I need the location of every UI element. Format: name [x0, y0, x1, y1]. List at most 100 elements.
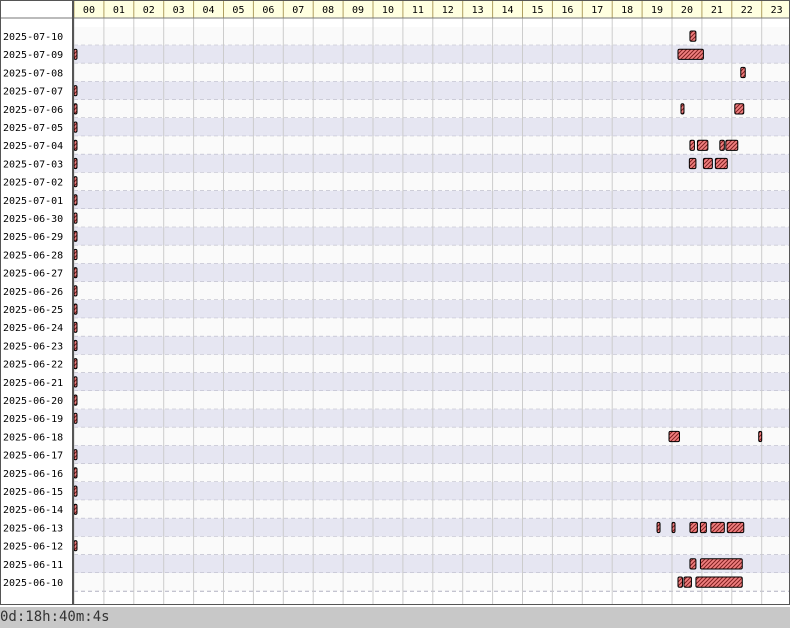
activity-bar — [73, 503, 78, 515]
date-label: 2025-06-16 — [3, 469, 63, 480]
row-band — [74, 318, 790, 337]
activity-bar — [710, 521, 725, 534]
hour-tick-label: 19 — [651, 5, 663, 16]
date-label: 2025-07-02 — [3, 178, 63, 189]
hour-tick-label: 11 — [412, 5, 424, 16]
activity-bar — [677, 576, 683, 588]
activity-bar — [73, 212, 78, 224]
hour-tick-label: 08 — [322, 5, 334, 16]
date-label: 2025-06-17 — [3, 451, 63, 462]
date-label: 2025-07-04 — [3, 141, 63, 152]
row-band — [74, 300, 790, 319]
hour-tick-label: 04 — [203, 5, 215, 16]
activity-bar — [73, 285, 78, 297]
date-label: 2025-06-15 — [3, 487, 63, 498]
activity-bar — [73, 194, 78, 206]
hour-tick-label: 15 — [531, 5, 543, 16]
row-band — [74, 190, 790, 209]
activity-bar — [725, 139, 739, 151]
hour-tick-label: 17 — [591, 5, 603, 16]
row-band — [74, 136, 790, 155]
hour-tick-label: 20 — [681, 5, 693, 16]
hour-tick-label: 07 — [292, 5, 304, 16]
date-label: 2025-06-11 — [3, 560, 63, 571]
date-label: 2025-06-30 — [3, 214, 63, 225]
date-label: 2025-07-09 — [3, 50, 63, 61]
activity-bar — [73, 485, 78, 497]
activity-bar — [73, 176, 78, 188]
date-label: 2025-06-27 — [3, 269, 63, 280]
row-band — [74, 463, 790, 482]
hour-tick-label: 00 — [83, 5, 95, 16]
activity-bar — [73, 358, 78, 370]
row-band — [74, 518, 790, 537]
activity-bar — [699, 558, 743, 570]
date-label: 2025-07-07 — [3, 87, 63, 98]
date-label: 2025-06-19 — [3, 414, 63, 425]
date-label: 2025-06-29 — [3, 232, 63, 243]
activity-bar — [73, 467, 78, 479]
activity-bar — [73, 303, 78, 315]
activity-bar — [73, 339, 78, 352]
date-label: 2025-07-06 — [3, 105, 63, 116]
date-label: 2025-07-03 — [3, 159, 63, 170]
row-band — [74, 281, 790, 300]
hour-tick-label: 13 — [472, 5, 484, 16]
activity-bar — [73, 412, 78, 424]
activity-bar — [73, 321, 78, 333]
row-band — [74, 336, 790, 355]
row-band — [74, 354, 790, 373]
row-band — [74, 118, 790, 137]
row-band — [74, 445, 790, 464]
row-band — [74, 536, 790, 555]
activity-bar — [73, 230, 78, 242]
row-band — [74, 63, 790, 82]
row-band — [74, 482, 790, 501]
row-band — [74, 81, 790, 100]
date-label: 2025-07-05 — [3, 123, 63, 134]
hour-tick-label: 06 — [262, 5, 274, 16]
date-label: 2025-06-14 — [3, 505, 63, 516]
date-label: 2025-06-12 — [3, 542, 63, 553]
date-label: 2025-06-21 — [3, 378, 63, 389]
hour-tick-label: 03 — [173, 5, 185, 16]
row-band — [74, 209, 790, 228]
activity-bar — [73, 248, 78, 261]
date-label: 2025-07-01 — [3, 196, 63, 207]
date-label: 2025-06-13 — [3, 523, 63, 534]
hour-tick-label: 01 — [113, 5, 125, 16]
activity-bar — [671, 521, 676, 534]
hour-tick-label: 16 — [561, 5, 573, 16]
activity-bar — [689, 521, 698, 534]
date-label: 2025-06-20 — [3, 396, 63, 407]
row-band — [74, 372, 790, 391]
timeline-chart: 00 01 02 03 04 05 06 07 08 09 10 11 12 13 14 15 16 17 18 19… — [0, 0, 790, 605]
hour-tick-label: 02 — [143, 5, 155, 16]
hour-tick-label: 09 — [352, 5, 364, 16]
activity-bar — [668, 430, 680, 443]
activity-bar — [656, 521, 661, 534]
hour-tick-label: 14 — [502, 5, 514, 16]
row-band — [74, 227, 790, 246]
activity-bar — [719, 139, 725, 151]
row-band — [74, 154, 790, 173]
row-band — [74, 500, 790, 519]
hour-tick-label: 05 — [232, 5, 244, 16]
activity-bar — [683, 576, 692, 588]
date-label: 2025-06-18 — [3, 432, 63, 443]
hour-tick-label: 18 — [621, 5, 633, 16]
date-label: 2025-06-23 — [3, 341, 63, 352]
row-band — [74, 263, 790, 282]
activity-bar — [695, 576, 743, 588]
activity-bar — [740, 66, 746, 79]
date-label: 2025-06-26 — [3, 287, 63, 298]
total-duration: 0d:18h:40m:4s — [0, 609, 110, 625]
activity-bar — [73, 267, 78, 279]
date-label: 2025-06-28 — [3, 250, 63, 261]
activity-bar — [699, 521, 707, 534]
activity-bar — [734, 103, 745, 115]
activity-bar — [689, 558, 697, 570]
activity-bar — [758, 430, 763, 443]
row-band — [74, 554, 790, 573]
activity-bar — [689, 30, 697, 42]
